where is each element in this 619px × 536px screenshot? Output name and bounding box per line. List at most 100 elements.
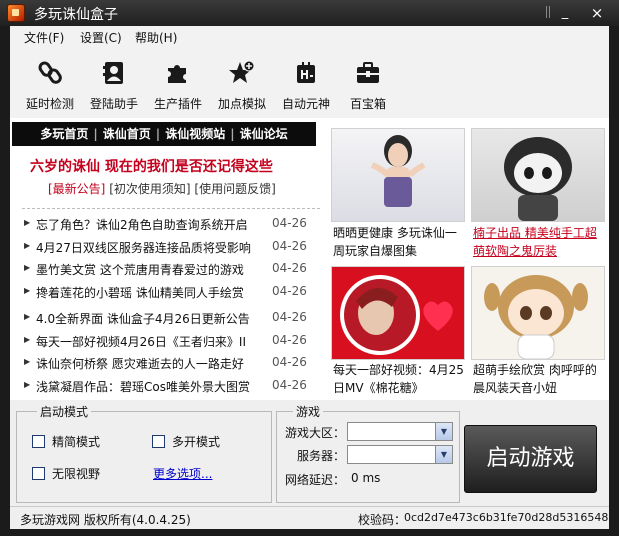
nav-zhuxian-home[interactable]: 诛仙首页: [103, 127, 151, 141]
checksum-label: 校验码：: [358, 513, 407, 527]
checksum-value: 0cd2d7e473c6b31fe70d28d5316548: [404, 511, 609, 524]
menu-settings[interactable]: 设置(C): [80, 29, 122, 46]
bullet-arrow-icon: ▶: [24, 357, 31, 366]
server-label: 服务器：: [297, 449, 346, 463]
list-item[interactable]: ▶ 4.0全新界面 诛仙盒子4月26日更新公告 04-26: [24, 308, 322, 331]
latency-label: 网络延迟：: [285, 473, 346, 487]
news-title[interactable]: 忘了角色？诛仙2角色自助查询系统开启: [36, 216, 264, 233]
nav-forum[interactable]: 诛仙论坛: [240, 127, 288, 141]
clay-doll-image: [504, 137, 572, 221]
puzzle-icon: [168, 65, 186, 83]
girl-photo-image: [370, 135, 426, 207]
login-helper-label: 登陆助手: [89, 97, 138, 111]
first-use-link[interactable]: [初次使用须知]: [109, 182, 190, 196]
bottom-panel: 启动模式 精简模式 多开模式 无限视野 更多选项... 游戏 游戏大区： ▼ 服…: [10, 400, 609, 506]
news-date: 04-26: [272, 261, 307, 275]
sublinks: [最新公告] [初次使用须知] [使用问题反馈]: [48, 180, 276, 197]
latency-value: 0 ms: [351, 471, 381, 485]
region-select[interactable]: ▼: [347, 422, 453, 441]
lite-mode-label: 精简模式: [52, 435, 101, 449]
launch-mode-title: 启动模式: [37, 403, 92, 420]
nav-video-site[interactable]: 诛仙视频站: [165, 127, 225, 141]
server-select[interactable]: ▼: [347, 445, 453, 464]
nav-separator: |: [155, 127, 161, 141]
bullet-arrow-icon: ▶: [24, 218, 31, 227]
start-game-button[interactable]: 启动游戏: [464, 425, 597, 493]
star-plus-icon: [229, 60, 255, 83]
more-options-link[interactable]: 更多选项...: [153, 465, 212, 482]
menu-file[interactable]: 文件(F): [24, 29, 64, 46]
lite-mode-checkbox[interactable]: [32, 435, 45, 448]
photo-caption-1[interactable]: 晒晒更健康 多玩诛仙一周玩家自爆图集: [333, 224, 467, 260]
link-icon: [38, 61, 62, 84]
news-list: ▶ 忘了角色？诛仙2角色自助查询系统开启 04-26 ▶ 4月27日双线区服务器连接品…: [24, 214, 322, 398]
nav-duowan-home[interactable]: 多玩首页: [40, 127, 88, 141]
auto-spirit-button[interactable]: 自动元神: [276, 60, 336, 112]
bullet-arrow-icon: ▶: [24, 334, 31, 344]
title-divider: [546, 6, 550, 18]
news-title[interactable]: 诛仙奈何桥祭 愿灾难逝去的人一路走好: [36, 355, 264, 372]
production-plugin-label: 生产插件: [153, 97, 202, 111]
unlimited-view-label: 无限视野: [52, 467, 101, 481]
game-group: 游戏 游戏大区： ▼ 服务器： ▼ 网络延迟： 0 ms: [276, 403, 460, 503]
list-item[interactable]: ▶ 浅黛凝眉作品：碧瑶Cos唯美外景大图赏 04-26: [24, 376, 322, 399]
multi-open-label: 多开模式: [172, 435, 221, 449]
production-plugin-button[interactable]: 生产插件: [148, 60, 208, 112]
minimize-button[interactable]: _: [557, 5, 573, 21]
news-date: 04-26: [272, 332, 307, 347]
list-item[interactable]: ▶ 每天一部好视频4月26日《王者归来》II 04-26: [24, 331, 322, 354]
headline-link[interactable]: 六岁的诛仙 现在的我们是否还记得这些: [30, 156, 320, 176]
news-panel: 多玩首页 | 诛仙首页 | 诛仙视频站 | 诛仙论坛 六岁的诛仙 现在的我们是否还记得这些 …: [10, 118, 609, 400]
news-date: 04-26: [272, 377, 307, 392]
launch-mode-group: 启动模式 精简模式 多开模式 无限视野 更多选项...: [16, 403, 272, 503]
news-title[interactable]: 4.0全新界面 诛仙盒子4月26日更新公告: [36, 310, 264, 327]
photo-thumbnail-1[interactable]: [331, 128, 465, 222]
auto-spirit-label: 自动元神: [281, 97, 330, 111]
list-item[interactable]: ▶ 4月27日双线区服务器连接品质将受影响 04-26: [24, 237, 322, 260]
bullet-arrow-icon: ▶: [24, 312, 31, 321]
latest-notice-link[interactable]: [最新公告]: [48, 182, 105, 196]
news-title[interactable]: 搀着莲花的小碧瑶 诛仙精美同人手绘赏: [36, 284, 264, 301]
music-video-image: [340, 275, 453, 355]
toolbox-icon: [357, 62, 379, 83]
chibi-drawing-image: [484, 275, 588, 359]
toolbox-label: 百宝箱: [349, 97, 386, 111]
news-date: 04-26: [272, 355, 307, 369]
photo-thumbnail-2[interactable]: [471, 128, 605, 222]
news-title[interactable]: 4月27日双线区服务器连接品质将受影响: [36, 239, 264, 256]
bullet-arrow-icon: ▶: [24, 263, 31, 272]
video-caption-3[interactable]: 每天一部好视频：4月25日MV《棉花糖》: [333, 361, 467, 397]
stat-simulator-label: 加点模拟: [217, 97, 266, 111]
news-title[interactable]: 每天一部好视频4月26日《王者归来》II: [36, 333, 264, 350]
title-bar: 多玩诛仙盒子 _ ×: [0, 0, 619, 26]
contacts-icon: [103, 62, 123, 84]
window-title: 多玩诛仙盒子: [34, 7, 118, 23]
drawing-caption-4[interactable]: 超萌手绘欣赏 肉呼呼的晨风装天音小妞: [473, 361, 607, 397]
app-logo-icon: [7, 4, 25, 22]
list-item[interactable]: ▶ 诛仙奈何桥祭 愿灾难逝去的人一路走好 04-26: [24, 353, 322, 376]
stat-simulator-button[interactable]: 加点模拟: [212, 60, 272, 112]
list-item[interactable]: ▶ 忘了角色？诛仙2角色自助查询系统开启 04-26: [24, 214, 322, 237]
feedback-link[interactable]: [使用问题反馈]: [194, 182, 275, 196]
news-title[interactable]: 墨竹美文赏 这个荒唐用青春爱过的游戏: [36, 261, 264, 278]
bullet-arrow-icon: ▶: [24, 285, 31, 295]
photo-caption-2[interactable]: 楠子出品 精美纯手工超萌软陶之鬼厉装: [473, 224, 607, 260]
close-button[interactable]: ×: [589, 5, 605, 21]
multi-open-checkbox[interactable]: [152, 435, 165, 448]
list-item[interactable]: ▶ 搀着莲花的小碧瑶 诛仙精美同人手绘赏 04-26: [24, 282, 322, 305]
news-date: 04-26: [272, 216, 307, 230]
chevron-down-icon[interactable]: ▼: [435, 423, 452, 440]
chevron-down-icon[interactable]: ▼: [435, 446, 452, 463]
login-helper-button[interactable]: 登陆助手: [84, 60, 144, 112]
drawing-thumbnail-4[interactable]: [471, 266, 605, 360]
video-thumbnail-3[interactable]: [331, 266, 465, 360]
latency-check-button[interactable]: 延时检测: [20, 60, 80, 112]
unlimited-view-checkbox[interactable]: [32, 467, 45, 480]
menu-help[interactable]: 帮助(H): [135, 29, 177, 46]
bullet-arrow-icon: ▶: [24, 240, 31, 250]
list-item[interactable]: ▶ 墨竹美文赏 这个荒唐用青春爱过的游戏 04-26: [24, 259, 322, 282]
toolbox-button[interactable]: 百宝箱: [338, 60, 398, 112]
news-title[interactable]: 浅黛凝眉作品：碧瑶Cos唯美外景大图赏: [36, 378, 264, 395]
news-date: 04-26: [272, 238, 307, 253]
region-label: 游戏大区：: [285, 426, 346, 440]
